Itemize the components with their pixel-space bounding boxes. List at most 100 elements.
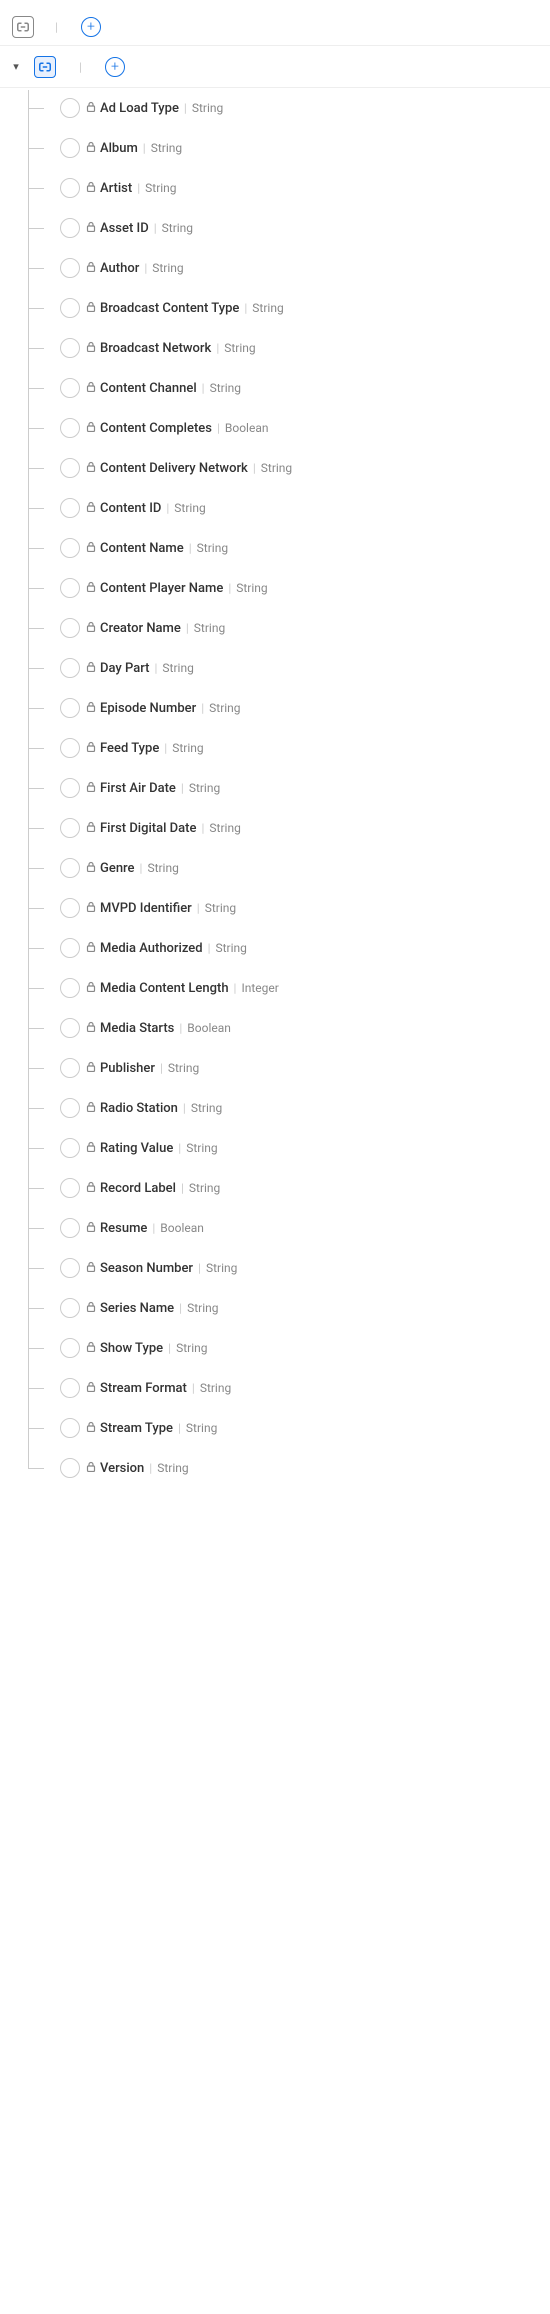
field-type-separator: |	[228, 581, 231, 595]
lock-icon	[86, 701, 96, 715]
field-name: First Air Date	[100, 781, 176, 796]
field-name: Day Part	[100, 661, 149, 676]
field-type-separator: |	[168, 1341, 171, 1355]
tree-item: Rating Value|String	[0, 1128, 550, 1168]
field-type: String	[189, 1181, 220, 1195]
circle-node	[60, 418, 80, 438]
tree-item: Broadcast Network | String	[0, 328, 550, 368]
field-type-separator: |	[164, 741, 167, 755]
add-button-session[interactable]: +	[105, 57, 125, 77]
field-name: Feed Type	[100, 741, 159, 756]
tree-container: | + ▾ | + Ad Load Type | String Album | Stri…	[0, 0, 550, 1496]
field-name: Show Type	[100, 1341, 163, 1356]
field-name: Publisher	[100, 1061, 155, 1076]
lock-icon	[86, 1181, 96, 1195]
field-type: String	[152, 261, 183, 275]
lock-icon	[86, 1021, 96, 1035]
lock-icon	[86, 661, 96, 675]
field-type: String	[194, 621, 225, 635]
tree-item: Media Content Length|Integer	[0, 968, 550, 1008]
field-type: String	[210, 381, 241, 395]
tree-item: Day Part|String	[0, 648, 550, 688]
tree-item: Content Name|String	[0, 528, 550, 568]
lock-icon	[86, 741, 96, 755]
field-type-separator: |	[181, 781, 184, 795]
circle-node	[60, 1418, 80, 1438]
field-name: Content Channel	[100, 381, 197, 396]
field-name: Content Delivery Network	[100, 461, 248, 476]
field-type-separator: |	[244, 301, 247, 315]
lock-icon	[86, 1101, 96, 1115]
field-name: Record Label	[100, 1181, 176, 1196]
field-type-separator: |	[189, 541, 192, 555]
chevron-down-icon[interactable]: ▾	[8, 59, 24, 75]
field-type-separator: |	[201, 701, 204, 715]
circle-node	[60, 178, 80, 198]
field-name: Broadcast Network	[100, 341, 211, 356]
field-name: Creator Name	[100, 621, 181, 636]
field-type-separator: |	[198, 1261, 201, 1275]
link-icon-media[interactable]	[12, 16, 34, 38]
field-type: String	[168, 1061, 199, 1075]
field-type-separator: |	[140, 861, 143, 875]
lock-icon	[86, 421, 96, 435]
field-name: Ad Load Type	[100, 101, 179, 116]
tree-item: Content Player Name|String	[0, 568, 550, 608]
field-type: String	[252, 301, 283, 315]
field-type: String	[224, 341, 255, 355]
lock-icon	[86, 981, 96, 995]
field-type-separator: |	[186, 621, 189, 635]
field-type: String	[192, 101, 223, 115]
circle-node	[60, 1298, 80, 1318]
field-type: String	[205, 901, 236, 915]
circle-node	[60, 258, 80, 278]
field-type-separator: |	[192, 1381, 195, 1395]
field-type: Boolean	[187, 1021, 231, 1035]
lock-icon	[86, 141, 96, 155]
fields-list: Ad Load Type | String Album | String Artist|…	[0, 88, 550, 1488]
add-button-media[interactable]: +	[81, 17, 101, 37]
tree-item: Genre|String	[0, 848, 550, 888]
field-type-separator: |	[179, 1021, 182, 1035]
tree-item: Resume|Boolean	[0, 1208, 550, 1248]
circle-node	[60, 1338, 80, 1358]
link-icon-session[interactable]	[34, 56, 56, 78]
field-name: Rating Value	[100, 1141, 173, 1156]
circle-node	[60, 378, 80, 398]
circle-node	[60, 818, 80, 838]
lock-icon	[86, 221, 96, 235]
field-name: Genre	[100, 861, 135, 876]
field-type-separator: |	[197, 901, 200, 915]
media-collection-row: | +	[0, 8, 550, 46]
tree-item: Content ID|String	[0, 488, 550, 528]
field-type: String	[186, 1421, 217, 1435]
circle-node	[60, 218, 80, 238]
tree-item: Feed Type | String	[0, 728, 550, 768]
field-name: Stream Type	[100, 1421, 173, 1436]
field-type-separator: |	[216, 341, 219, 355]
field-type: String	[172, 741, 203, 755]
tree-item: Asset ID|String	[0, 208, 550, 248]
field-name: Content Completes	[100, 421, 212, 436]
circle-node	[60, 1018, 80, 1038]
lock-icon	[86, 301, 96, 315]
lock-icon	[86, 901, 96, 915]
circle-node	[60, 618, 80, 638]
lock-icon	[86, 541, 96, 555]
session-details-row: ▾ | +	[0, 46, 550, 88]
circle-node	[60, 1058, 80, 1078]
lock-icon	[86, 1341, 96, 1355]
field-name: Album	[100, 141, 138, 156]
field-name: Series Name	[100, 1301, 174, 1316]
field-type: Integer	[241, 981, 278, 995]
field-name: Content Player Name	[100, 581, 223, 596]
field-type: String	[191, 1101, 222, 1115]
tree-item: Artist|String	[0, 168, 550, 208]
field-type: String	[174, 501, 205, 515]
field-type-separator: |	[217, 421, 220, 435]
field-type: String	[162, 661, 193, 675]
field-name: Broadcast Content Type	[100, 301, 239, 316]
field-type: String	[187, 1301, 218, 1315]
circle-node	[60, 538, 80, 558]
field-type: String	[145, 181, 176, 195]
